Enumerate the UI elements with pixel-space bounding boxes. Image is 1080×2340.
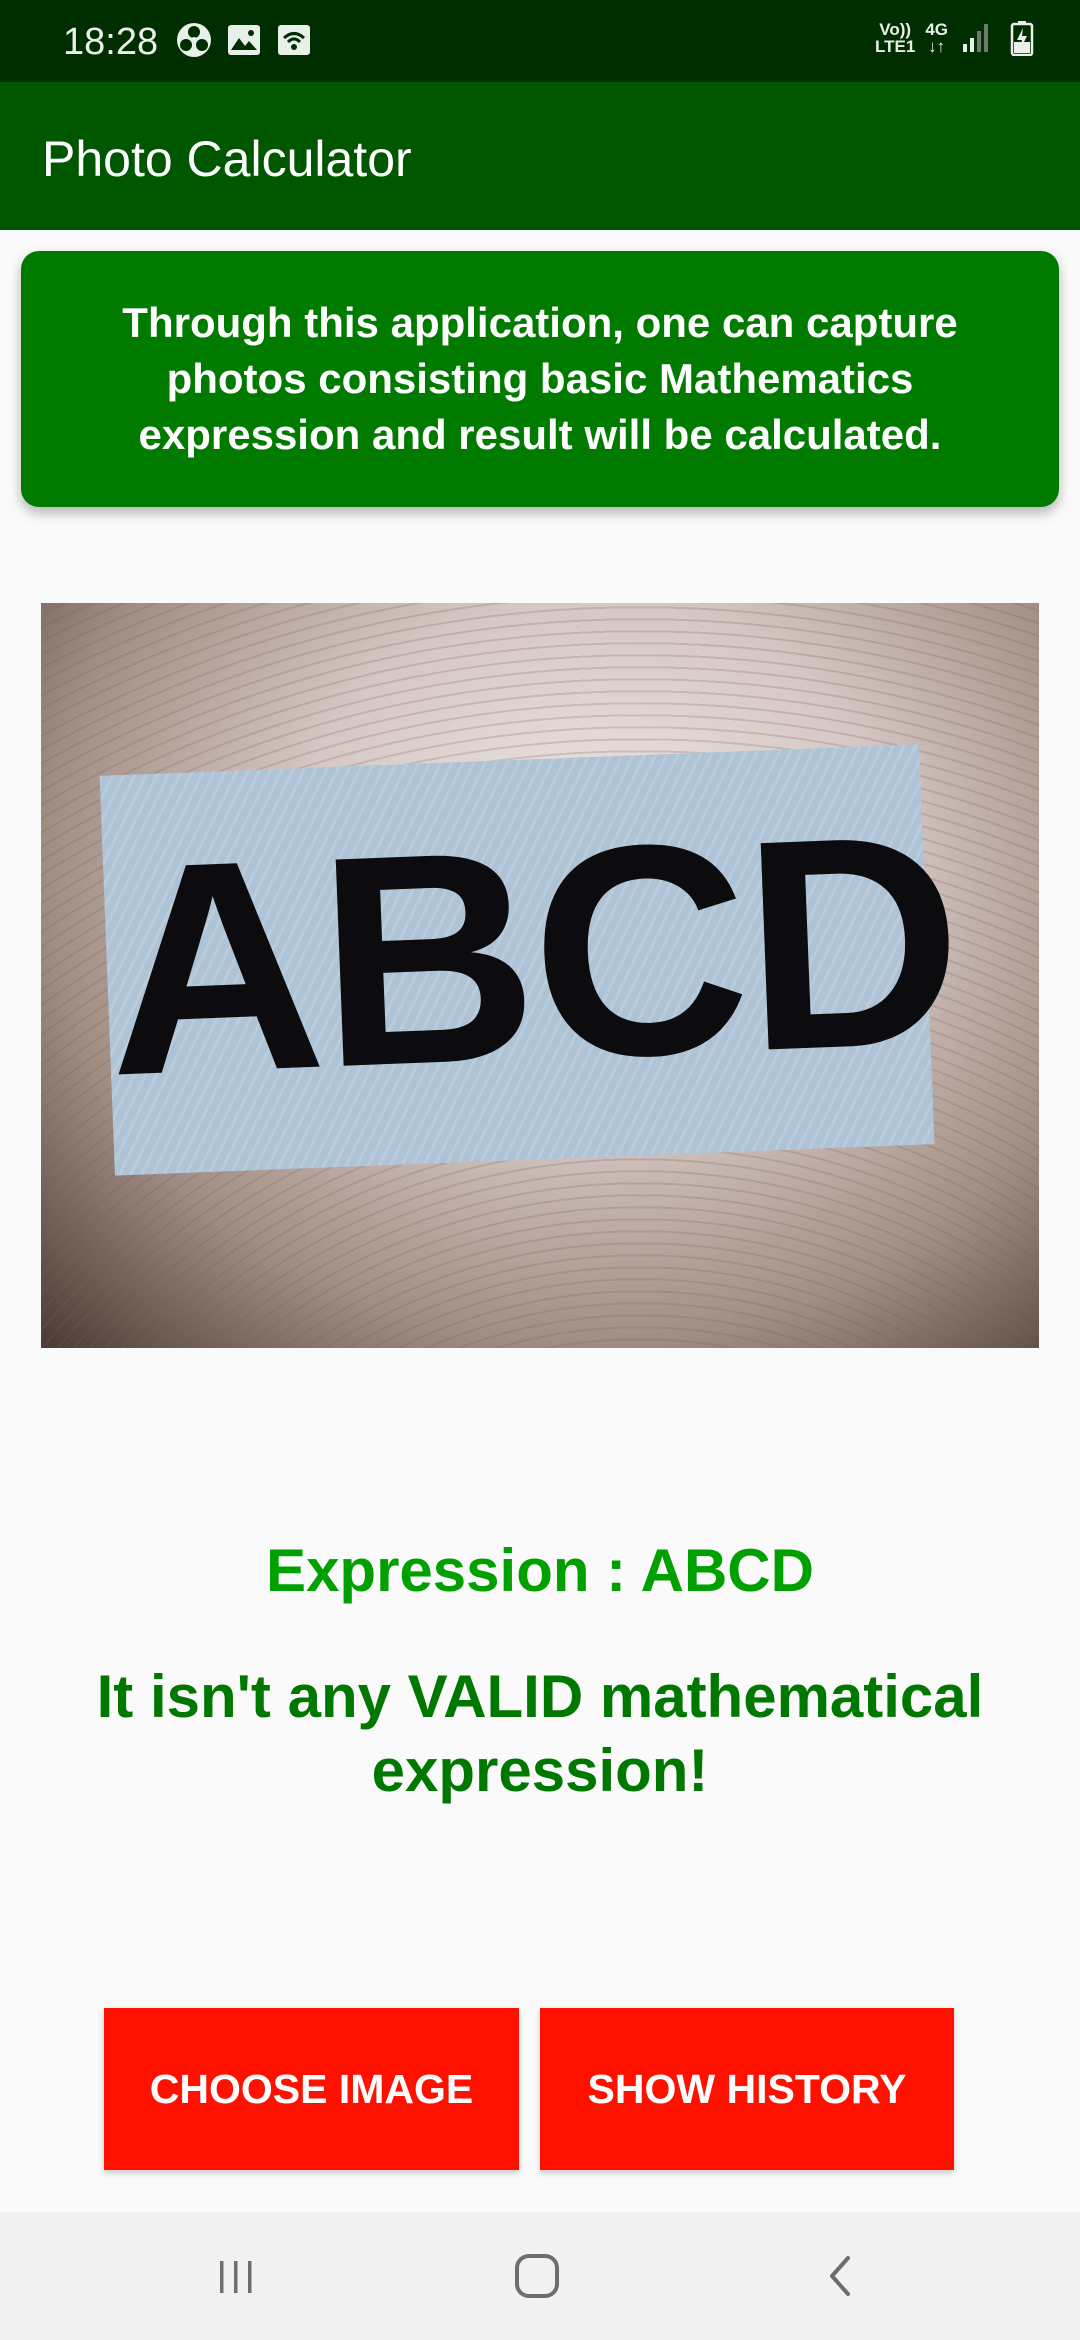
- status-bar: 18:28 Vo)) LTE1 4G ↓↑: [0, 0, 1080, 82]
- status-system-icons: Vo)) LTE1 4G ↓↑: [875, 20, 1040, 56]
- lte-label: LTE1: [875, 37, 916, 56]
- status-time: 18:28: [63, 21, 159, 63]
- expression-label: Expression : ABCD: [266, 1537, 814, 1604]
- photo-paper: ABCD: [99, 744, 964, 1176]
- wifi-calling-icon: [276, 22, 312, 58]
- app-bar: Photo Calculator: [0, 82, 1080, 230]
- navigation-bar: [0, 2212, 1080, 2340]
- app-title: Photo Calculator: [42, 131, 412, 187]
- recent-apps-icon[interactable]: [196, 2236, 276, 2316]
- signal-icon: [958, 20, 994, 56]
- captured-photo: ABCD: [41, 603, 1039, 1348]
- volte-indicator: Vo)) LTE1: [875, 21, 915, 55]
- info-banner: Through this application, one can captur…: [21, 251, 1059, 507]
- data-activity-icon: ↓↑: [928, 37, 946, 56]
- status-notification-icons: [176, 22, 312, 58]
- result-message: It isn't any VALID mathematical expressi…: [96, 1663, 984, 1804]
- choose-image-button[interactable]: CHOOSE IMAGE: [104, 2008, 519, 2170]
- battery-charging-icon: [1004, 20, 1040, 56]
- home-icon[interactable]: [497, 2236, 577, 2316]
- fan-icon: [176, 22, 212, 58]
- show-history-button[interactable]: SHOW HISTORY: [540, 2008, 954, 2170]
- photo-text: ABCD: [100, 770, 964, 1139]
- back-icon[interactable]: [800, 2236, 880, 2316]
- network-type-label: 4G: [925, 20, 948, 39]
- gallery-icon: [226, 22, 262, 58]
- network-type-indicator: 4G ↓↑: [925, 21, 948, 55]
- volte-label: Vo)): [879, 20, 912, 39]
- info-banner-text: Through this application, one can captur…: [122, 299, 958, 458]
